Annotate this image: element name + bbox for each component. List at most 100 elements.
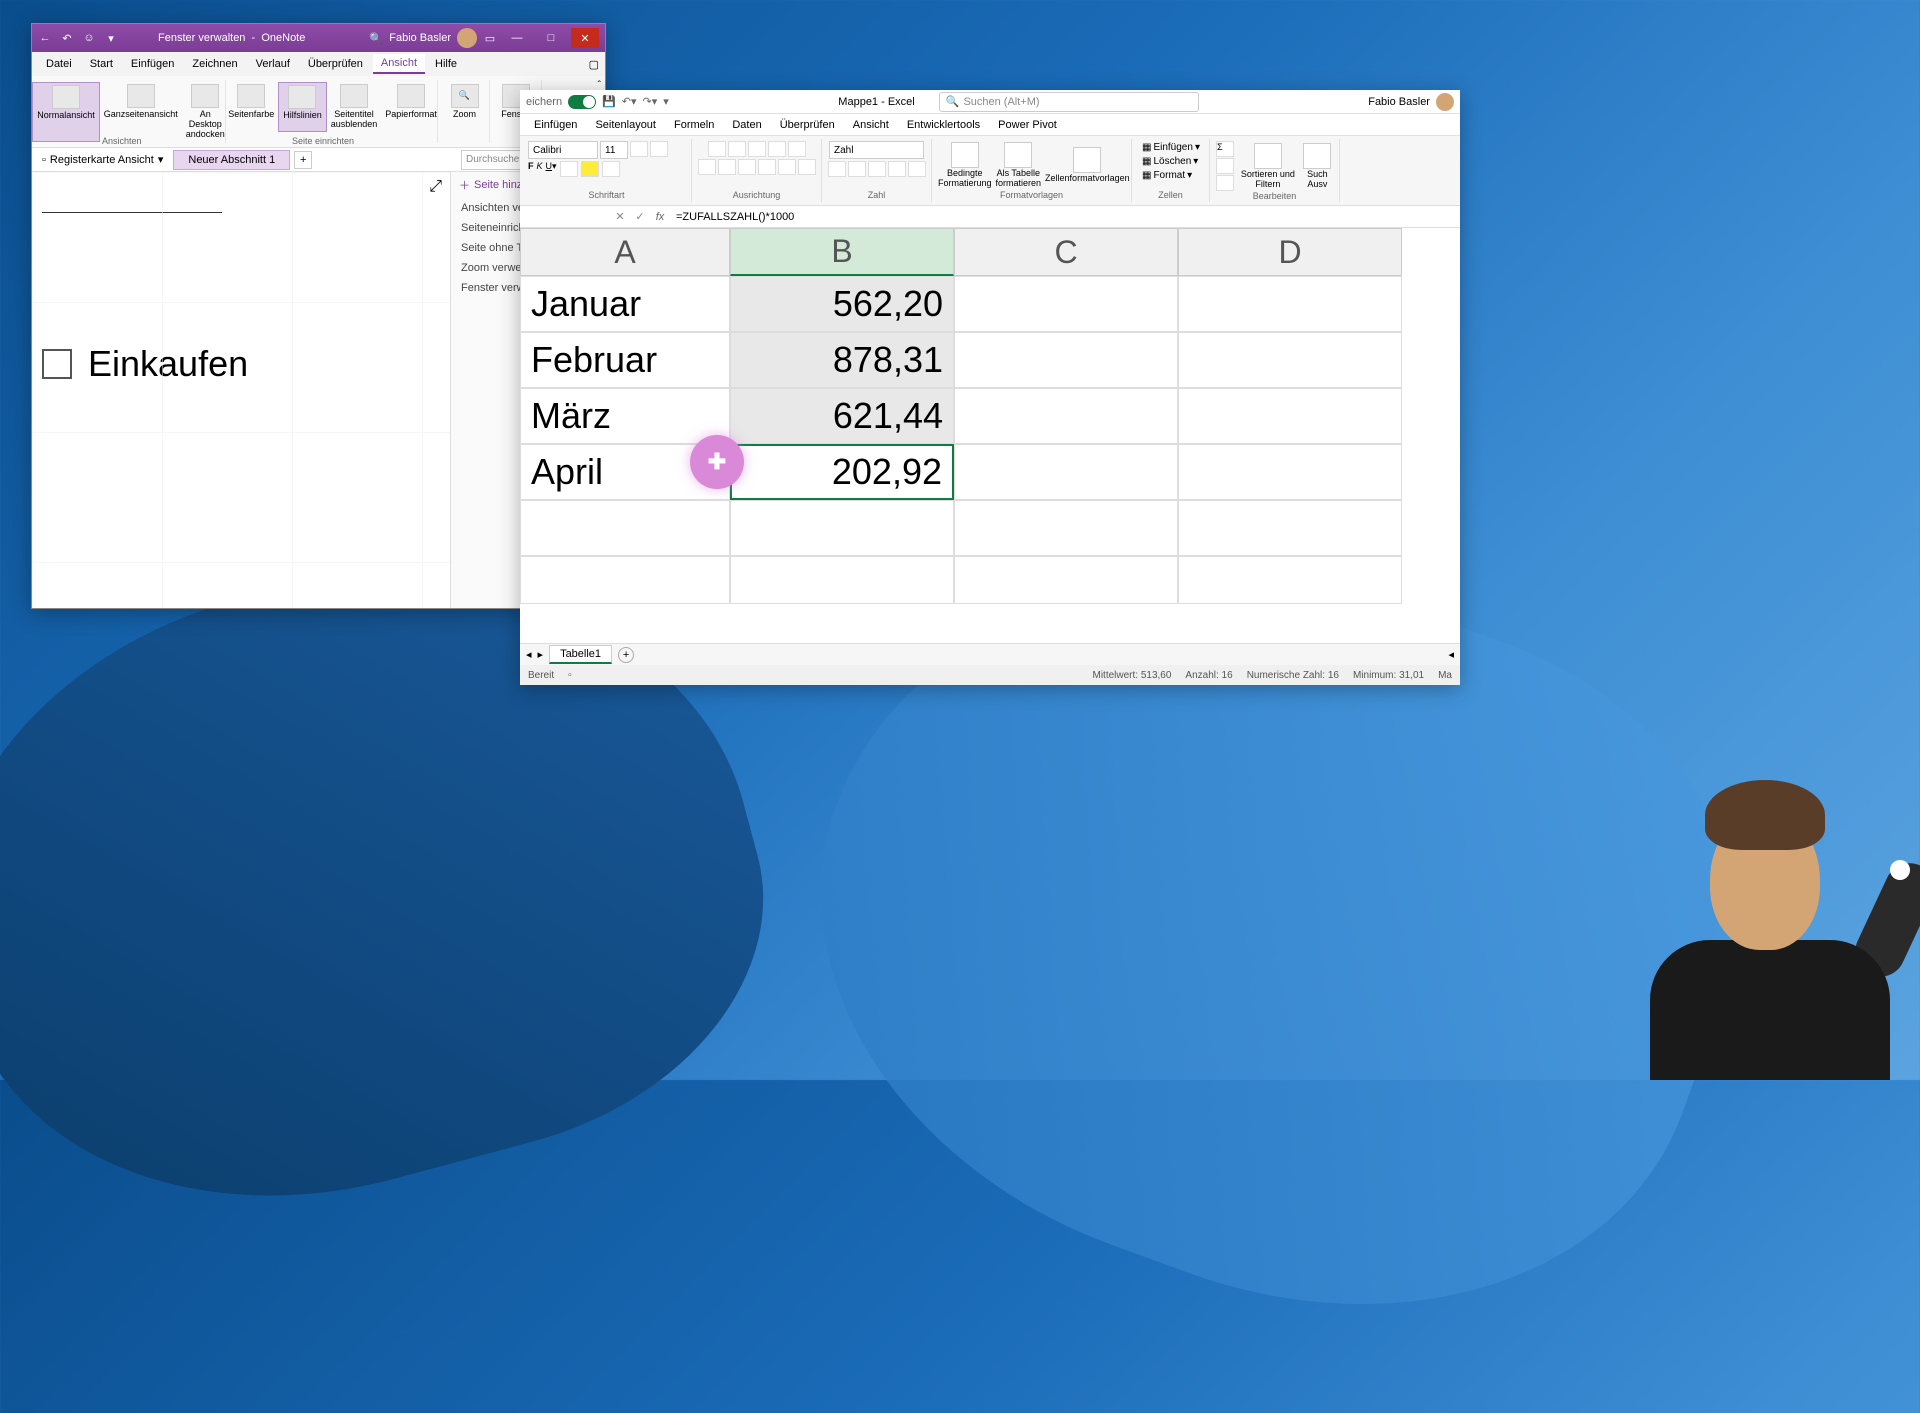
- ribbon-mode-icon[interactable]: ▭: [483, 31, 497, 45]
- undo-icon[interactable]: ↶: [60, 31, 74, 45]
- back-icon[interactable]: ←: [38, 31, 52, 45]
- add-section-button[interactable]: +: [294, 151, 312, 169]
- autosum-button[interactable]: Σ: [1216, 141, 1234, 157]
- fx-icon[interactable]: fx: [650, 211, 670, 223]
- seitentitel-button[interactable]: Seitentitel ausblenden: [327, 82, 382, 132]
- bold-button[interactable]: F: [528, 161, 534, 177]
- tab-verlauf[interactable]: Verlauf: [248, 55, 298, 73]
- merge-button[interactable]: [798, 159, 816, 175]
- align-top-button[interactable]: [708, 141, 726, 157]
- tab-powerpivot[interactable]: Power Pivot: [990, 117, 1065, 133]
- percent-button[interactable]: [848, 161, 866, 177]
- increase-decimal-button[interactable]: [888, 161, 906, 177]
- tab-ansicht[interactable]: Ansicht: [845, 117, 897, 133]
- tab-ansicht[interactable]: Ansicht: [373, 54, 425, 74]
- hilfslinien-button[interactable]: Hilfslinien: [278, 82, 327, 132]
- undo-icon[interactable]: ↶▾: [622, 95, 637, 108]
- underline-button[interactable]: U▾: [546, 161, 557, 177]
- align-center-button[interactable]: [718, 159, 736, 175]
- enter-formula-button[interactable]: ✓: [630, 210, 650, 223]
- font-name-dropdown[interactable]: Calibri: [528, 141, 598, 159]
- loeschen-button[interactable]: ▦ Löschen ▾: [1138, 155, 1202, 168]
- notebook-dropdown[interactable]: ▫ Registerkarte Ansicht ▾: [32, 150, 173, 169]
- decrease-decimal-button[interactable]: [908, 161, 926, 177]
- onenote-canvas[interactable]: ⤢ Einkaufen: [32, 172, 450, 608]
- next-sheet-button[interactable]: ▸: [538, 648, 544, 661]
- einfuegen-button[interactable]: ▦ Einfügen ▾: [1138, 141, 1204, 154]
- maximize-button[interactable]: □: [537, 28, 565, 48]
- wrap-text-button[interactable]: [788, 141, 806, 157]
- als-tabelle-button[interactable]: Als Tabelle formatieren: [996, 142, 1042, 189]
- search-icon[interactable]: 🔍: [369, 31, 383, 45]
- align-bottom-button[interactable]: [748, 141, 766, 157]
- hscroll-left-button[interactable]: ◂: [1448, 648, 1454, 661]
- todo-checkbox[interactable]: [42, 349, 72, 379]
- save-icon[interactable]: 💾: [602, 95, 616, 108]
- zellenformatvorlagen-button[interactable]: Zellenformatvorlagen: [1045, 147, 1130, 184]
- tab-einfuegen[interactable]: Einfügen: [526, 117, 585, 133]
- share-icon[interactable]: ▢: [583, 56, 605, 73]
- cell[interactable]: [1178, 444, 1402, 500]
- cell[interactable]: [954, 556, 1178, 604]
- cell[interactable]: [730, 500, 954, 556]
- fill-color-button[interactable]: [581, 161, 599, 177]
- tab-formeln[interactable]: Formeln: [666, 117, 722, 133]
- todo-text[interactable]: Einkaufen: [88, 343, 248, 385]
- cell[interactable]: [954, 332, 1178, 388]
- suchen-button[interactable]: Such Ausv: [1302, 143, 1333, 190]
- redo-icon[interactable]: ☺: [82, 31, 96, 45]
- avatar[interactable]: [457, 28, 477, 48]
- cell[interactable]: Februar: [520, 332, 730, 388]
- format-button[interactable]: ▦ Format ▾: [1138, 169, 1196, 182]
- clear-button[interactable]: [1216, 175, 1234, 191]
- italic-button[interactable]: K: [537, 161, 543, 177]
- cell[interactable]: [730, 556, 954, 604]
- col-header-d[interactable]: D: [1178, 228, 1402, 276]
- cancel-formula-button[interactable]: ✕: [610, 210, 630, 223]
- increase-indent-button[interactable]: [778, 159, 796, 175]
- cell[interactable]: [954, 388, 1178, 444]
- increase-font-button[interactable]: [630, 141, 648, 157]
- seitenfarbe-button[interactable]: Seitenfarbe: [224, 82, 278, 132]
- cell[interactable]: [954, 276, 1178, 332]
- cell[interactable]: [1178, 332, 1402, 388]
- align-left-button[interactable]: [698, 159, 716, 175]
- tab-start[interactable]: Start: [82, 55, 121, 73]
- align-right-button[interactable]: [738, 159, 756, 175]
- decrease-indent-button[interactable]: [758, 159, 776, 175]
- sortieren-filtern-button[interactable]: Sortieren und Filtern: [1238, 143, 1298, 190]
- cell[interactable]: [1178, 556, 1402, 604]
- cell[interactable]: 878,31: [730, 332, 954, 388]
- bedingte-formatierung-button[interactable]: Bedingte Formatierung: [938, 142, 992, 189]
- tab-zeichnen[interactable]: Zeichnen: [184, 55, 245, 73]
- cell[interactable]: [1178, 500, 1402, 556]
- formula-input[interactable]: =ZUFALLSZAHL()*1000: [670, 211, 1460, 223]
- align-middle-button[interactable]: [728, 141, 746, 157]
- cell[interactable]: [954, 500, 1178, 556]
- cell[interactable]: Januar: [520, 276, 730, 332]
- cell[interactable]: [520, 500, 730, 556]
- currency-button[interactable]: [828, 161, 846, 177]
- dropdown-icon[interactable]: ▾: [104, 31, 118, 45]
- tab-seitenlayout[interactable]: Seitenlayout: [587, 117, 664, 133]
- active-cell[interactable]: 202,92: [730, 444, 954, 500]
- redo-icon[interactable]: ↷▾: [643, 95, 658, 108]
- add-sheet-button[interactable]: +: [618, 647, 634, 663]
- expand-icon[interactable]: ⤢: [429, 178, 442, 196]
- search-input[interactable]: 🔍 Suchen (Alt+M): [939, 92, 1199, 112]
- tab-datei[interactable]: Datei: [38, 55, 80, 73]
- font-color-button[interactable]: [602, 161, 620, 177]
- section-tab[interactable]: Neuer Abschnitt 1: [173, 150, 290, 170]
- col-header-b[interactable]: B: [730, 228, 954, 276]
- prev-sheet-button[interactable]: ◂: [526, 648, 532, 661]
- number-format-dropdown[interactable]: Zahl: [829, 141, 924, 159]
- avatar[interactable]: [1436, 93, 1454, 111]
- tab-hilfe[interactable]: Hilfe: [427, 55, 465, 73]
- decrease-font-button[interactable]: [650, 141, 668, 157]
- cell[interactable]: [1178, 388, 1402, 444]
- ganzseitenansicht-button[interactable]: Ganzseitenansicht: [100, 82, 182, 142]
- font-size-dropdown[interactable]: 11: [600, 141, 628, 159]
- andocken-button[interactable]: An Desktop andocken: [182, 82, 229, 142]
- tab-einfuegen[interactable]: Einfügen: [123, 55, 182, 73]
- zoom-button[interactable]: 🔍Zoom: [447, 82, 483, 122]
